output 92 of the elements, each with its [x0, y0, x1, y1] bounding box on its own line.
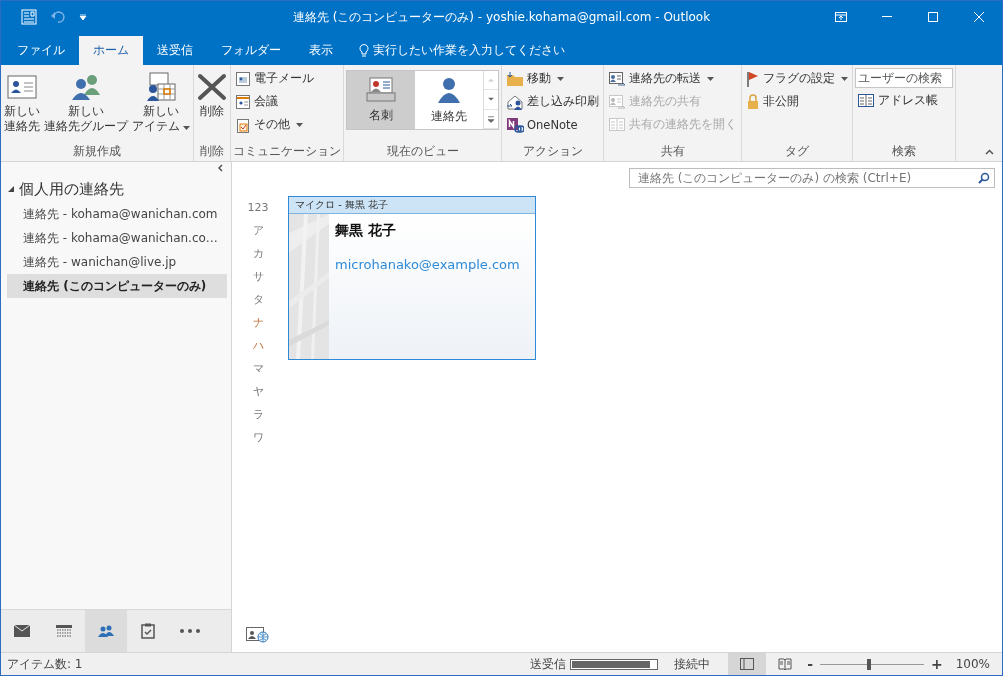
ribbon-button[interactable]: 削除	[196, 68, 228, 143]
ribbon-tab[interactable]: フォルダー	[207, 36, 295, 65]
email-link[interactable]: microhanako@example.com	[335, 257, 520, 272]
person-icon	[435, 75, 463, 104]
address-book-icon	[608, 116, 626, 133]
group-label: 共有	[659, 143, 686, 160]
folder-item[interactable]: 連絡先 (このコンピューターのみ)	[7, 274, 227, 298]
lightbulb-icon	[359, 43, 369, 58]
index-letter[interactable]: マ	[252, 357, 264, 380]
folder-group[interactable]: 個人用の連絡先	[7, 176, 124, 202]
ribbon-tab[interactable]: 表示	[295, 36, 347, 65]
zoom-in-button[interactable]: +	[927, 656, 946, 672]
ribbon-button[interactable]: 非公開	[744, 91, 850, 112]
ribbon-button[interactable]: 新しい 連絡先グループ	[43, 68, 129, 143]
search-field[interactable]: 連絡先 (このコンピューターのみ) の検索 (Ctrl+E)	[629, 168, 995, 188]
meeting-icon	[235, 93, 251, 110]
lock-icon	[746, 93, 760, 110]
index-letter[interactable]: ハ	[252, 334, 264, 357]
search-icon[interactable]	[978, 172, 990, 184]
index-letter[interactable]: タ	[252, 288, 264, 311]
contact-card[interactable]: マイクロ - 舞黒 花子 舞黒 花子 microhanako@example.com	[288, 196, 536, 360]
collapse-pane-icon[interactable]	[217, 164, 223, 172]
contact-card-icon	[235, 70, 251, 87]
ribbon-button[interactable]: その他	[233, 114, 316, 135]
folder-icon	[506, 70, 524, 87]
ribbon-button[interactable]: 会議	[233, 91, 316, 112]
zoom-out-button[interactable]: -	[804, 656, 816, 672]
folder-item[interactable]: 連絡先 - kohama@wanichan.com	[7, 202, 227, 226]
zoom-thumb[interactable]	[866, 658, 871, 670]
group-label: 現在のビュー	[385, 143, 460, 160]
business-card-icon	[364, 76, 398, 103]
folder-item[interactable]: 連絡先 - wanichan@live.jp	[7, 250, 227, 274]
index-letter[interactable]: カ	[252, 242, 264, 265]
address-book-icon	[857, 92, 875, 109]
ribbon-button[interactable]: 差し込み印刷	[504, 91, 601, 112]
index-letter[interactable]: ナ	[252, 311, 264, 334]
contact-name: 舞黒 花子	[335, 222, 397, 240]
group-label: コミュニケーション	[233, 143, 341, 160]
customize-icon[interactable]	[79, 13, 87, 20]
contact-globe-icon[interactable]	[246, 625, 270, 643]
index-letter[interactable]: ワ	[252, 426, 264, 449]
ribbon-button[interactable]: 連絡先の転送	[606, 68, 739, 89]
connection-status: 接続中	[674, 655, 712, 673]
app-icon[interactable]	[21, 8, 37, 25]
group-label: アクション	[521, 143, 584, 160]
tasks-icon	[141, 623, 155, 639]
ribbon-button[interactable]: 移動	[504, 68, 601, 89]
zoom-level: 100%	[954, 657, 991, 671]
calendar-icon	[56, 625, 72, 637]
group-label: タグ	[784, 143, 810, 160]
view-option[interactable]: 名刺	[347, 71, 415, 129]
contact-card-icon	[7, 74, 37, 100]
people-search-field[interactable]: ユーザーの検索	[855, 68, 953, 88]
collapse-ribbon-icon[interactable]	[985, 149, 994, 155]
ribbon-tab[interactable]: ホーム	[79, 36, 143, 65]
ribbon-tab[interactable]: 送受信	[143, 36, 207, 65]
people-icon	[97, 625, 115, 637]
tell-me-field[interactable]: 実行したい作業を入力してください	[373, 42, 565, 59]
ribbon-tab[interactable]: ファイル	[3, 36, 79, 65]
delete-icon	[197, 73, 227, 101]
new-item-icon	[146, 72, 176, 102]
index-letter[interactable]: サ	[252, 265, 264, 288]
card-header: マイクロ - 舞黒 花子	[289, 197, 535, 214]
contact-card-icon	[608, 70, 626, 87]
index-letter[interactable]: 123	[247, 196, 269, 219]
ribbon-button[interactable]: 新しい アイテム	[131, 68, 191, 143]
ribbon-button[interactable]: フラグの設定	[744, 68, 850, 89]
index-letter[interactable]: ヤ	[252, 380, 264, 403]
normal-view-icon[interactable]	[728, 653, 767, 675]
nav-button[interactable]	[85, 610, 127, 652]
index-letter[interactable]: ラ	[252, 403, 264, 426]
item-count: アイテム数: 1	[6, 655, 84, 673]
contact-card-icon	[608, 93, 626, 110]
flag-icon	[746, 70, 760, 87]
people-icon	[70, 73, 102, 101]
group-label: 削除	[199, 143, 225, 160]
index-letter[interactable]: ア	[252, 219, 264, 242]
onenote-icon	[506, 116, 524, 133]
expand-icon[interactable]	[7, 185, 15, 193]
ribbon-button[interactable]: アドレス帳	[855, 90, 953, 111]
mail-merge-icon	[506, 93, 524, 110]
ribbon-button[interactable]: OneNote	[504, 114, 601, 135]
ribbon-button[interactable]: 電子メール	[233, 68, 316, 89]
send-receive-label: 送受信	[530, 655, 567, 673]
group-label: 新規作成	[72, 143, 122, 160]
window-title: 連絡先 (このコンピューターのみ) - yoshie.kohama@gmail.com - Outlook	[292, 10, 711, 24]
folder-item[interactable]: 連絡先 - kohama@wanichan.co…	[7, 226, 227, 250]
ribbon-button[interactable]: 新しい 連絡先	[3, 68, 41, 143]
mail-icon	[14, 625, 30, 637]
more-icon	[180, 629, 200, 633]
group-label: 検索	[891, 143, 917, 160]
checklist-icon	[235, 116, 251, 133]
